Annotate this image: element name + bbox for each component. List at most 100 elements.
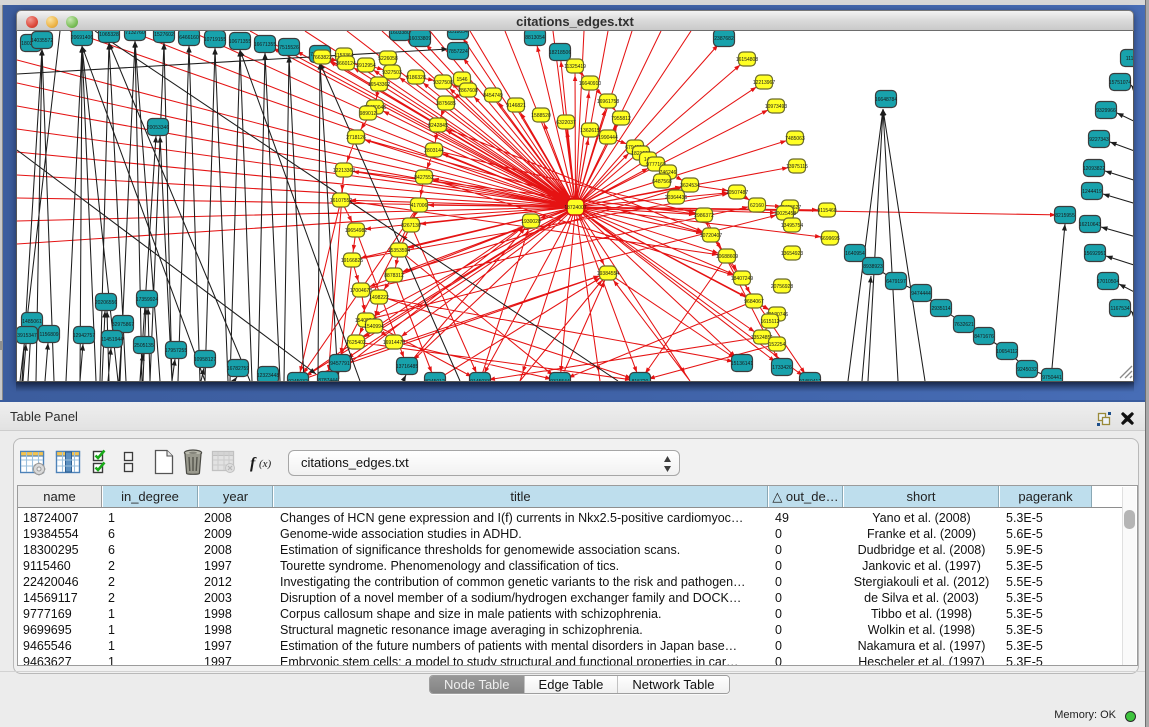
- svg-text:1588520: 1588520: [531, 113, 551, 119]
- svg-text:12093822: 12093822: [1083, 166, 1105, 172]
- svg-text:16107552: 16107552: [330, 198, 352, 204]
- svg-text:10688609: 10688609: [716, 254, 738, 260]
- svg-text:6479197: 6479197: [886, 279, 906, 285]
- svg-text:7132760: 7132760: [125, 31, 145, 36]
- svg-text:15692951: 15692951: [1084, 251, 1106, 257]
- svg-text:16154808: 16154808: [736, 57, 758, 63]
- svg-text:20756928: 20756928: [771, 284, 793, 290]
- svg-text:17957255: 17957255: [165, 348, 187, 354]
- svg-text:2803144: 2803144: [424, 148, 444, 154]
- svg-text:7955812: 7955812: [611, 116, 631, 122]
- svg-text:1485061: 1485061: [22, 319, 42, 325]
- svg-text:8186328: 8186328: [406, 75, 426, 81]
- svg-text:10507487: 10507487: [726, 190, 748, 196]
- svg-text:12323448: 12323448: [257, 373, 279, 379]
- svg-text:9327503: 9327503: [382, 70, 402, 76]
- svg-text:18218506: 18218506: [549, 50, 571, 56]
- svg-text:9245032: 9245032: [1017, 367, 1037, 373]
- svg-text:13975115: 13975115: [786, 164, 808, 170]
- svg-text:1065328: 1065328: [99, 32, 119, 38]
- svg-text:2986372: 2986372: [694, 213, 714, 219]
- svg-text:1990444: 1990444: [598, 135, 618, 141]
- svg-text:417006: 417006: [411, 203, 428, 209]
- svg-text:9327508: 9327508: [433, 80, 453, 86]
- svg-text:1244419: 1244419: [1082, 189, 1102, 195]
- svg-text:62160: 62160: [750, 203, 764, 209]
- svg-text:8242845: 8242845: [428, 123, 448, 129]
- svg-text:1167534: 1167534: [1110, 306, 1129, 312]
- svg-text:8215955: 8215955: [1055, 213, 1075, 219]
- svg-text:3875685: 3875685: [436, 101, 456, 107]
- svg-text:15136141: 15136141: [731, 361, 753, 367]
- svg-text:1733426: 1733426: [772, 365, 792, 371]
- svg-text:1615112: 1615112: [760, 319, 779, 325]
- svg-text:1156809: 1156809: [39, 332, 58, 338]
- svg-text:15353594: 15353594: [388, 248, 410, 254]
- svg-text:2935114: 2935114: [931, 306, 950, 312]
- svg-text:20206556: 20206556: [95, 300, 117, 306]
- svg-text:7625402: 7625402: [346, 340, 366, 346]
- svg-text:16914479: 16914479: [383, 340, 405, 346]
- svg-text:2505135: 2505135: [134, 343, 154, 349]
- svg-text:16782759: 16782759: [227, 366, 249, 372]
- svg-text:(x): (x): [259, 458, 272, 470]
- svg-text:9750441: 9750441: [1042, 375, 1062, 381]
- svg-text:1362615: 1362615: [580, 128, 600, 134]
- svg-text:7485063: 7485063: [785, 136, 805, 142]
- svg-text:16648784: 16648784: [875, 97, 897, 103]
- svg-text:19384554: 19384554: [597, 271, 619, 277]
- svg-text:16671355: 16671355: [254, 42, 276, 48]
- svg-text:16543362: 16543362: [368, 82, 390, 88]
- svg-text:3915347: 3915347: [17, 333, 37, 339]
- svg-text:7663822: 7663822: [312, 55, 332, 61]
- svg-text:12942757: 12942757: [73, 333, 95, 339]
- svg-text:10654112: 10654112: [996, 349, 1018, 355]
- svg-text:11451944: 11451944: [101, 337, 123, 343]
- svg-text:8660124: 8660124: [336, 61, 356, 67]
- svg-text:10719155: 10719155: [204, 37, 226, 43]
- svg-text:20053346: 20053346: [147, 125, 169, 131]
- svg-text:1498222: 1498222: [369, 295, 389, 301]
- svg-text:8813054: 8813054: [525, 35, 545, 41]
- svg-text:9457791: 9457791: [330, 361, 350, 367]
- svg-text:3624534: 3624534: [680, 183, 700, 189]
- svg-text:2867608: 2867608: [458, 88, 478, 94]
- svg-text:8938923: 8938923: [863, 264, 883, 270]
- svg-text:10958127: 10958127: [194, 357, 216, 363]
- svg-text:32975867: 32975867: [112, 322, 134, 328]
- svg-text:3912954: 3912954: [356, 63, 376, 69]
- svg-text:20691406: 20691406: [71, 35, 93, 41]
- svg-text:18724007: 18724007: [564, 205, 586, 211]
- svg-text:7515526: 7515526: [279, 45, 299, 51]
- svg-text:8878312: 8878312: [384, 273, 404, 279]
- svg-text:16210643: 16210643: [1079, 222, 1101, 228]
- svg-text:7632621: 7632621: [954, 322, 974, 328]
- svg-text:1930028: 1930028: [521, 219, 541, 225]
- svg-text:8471676: 8471676: [974, 334, 994, 340]
- svg-text:1603380: 1603380: [390, 31, 410, 36]
- svg-text:7857224: 7857224: [448, 49, 468, 55]
- svg-text:14035572: 14035572: [31, 38, 53, 44]
- svg-text:9474444: 9474444: [911, 291, 931, 297]
- svg-text:1540994: 1540994: [364, 324, 384, 330]
- svg-text:152254: 152254: [769, 342, 786, 348]
- svg-text:6487568: 6487568: [652, 179, 672, 185]
- svg-text:13495754: 13495754: [781, 223, 803, 229]
- svg-text:15751074: 15751074: [1109, 80, 1131, 86]
- svg-text:6699695: 6699695: [820, 236, 840, 242]
- svg-text:12213363: 12213363: [333, 168, 355, 174]
- svg-text:13716485: 13716485: [396, 364, 418, 370]
- svg-text:9146821: 9146821: [506, 103, 526, 109]
- svg-text:16033809: 16033809: [409, 36, 431, 42]
- svg-text:16640910: 16640910: [579, 81, 601, 87]
- svg-text:2387682: 2387682: [714, 36, 734, 42]
- svg-text:9115460: 9115460: [817, 208, 836, 214]
- svg-text:989012: 989012: [360, 111, 377, 117]
- svg-text:8454749: 8454749: [483, 93, 503, 99]
- svg-text:11325419: 11325419: [564, 64, 586, 70]
- svg-text:1527602: 1527602: [154, 32, 174, 38]
- svg-text:1546: 1546: [456, 77, 467, 83]
- svg-text:17359924: 17359924: [136, 297, 158, 303]
- svg-text:10025458: 10025458: [774, 211, 796, 217]
- svg-text:19654982: 19654982: [345, 228, 367, 234]
